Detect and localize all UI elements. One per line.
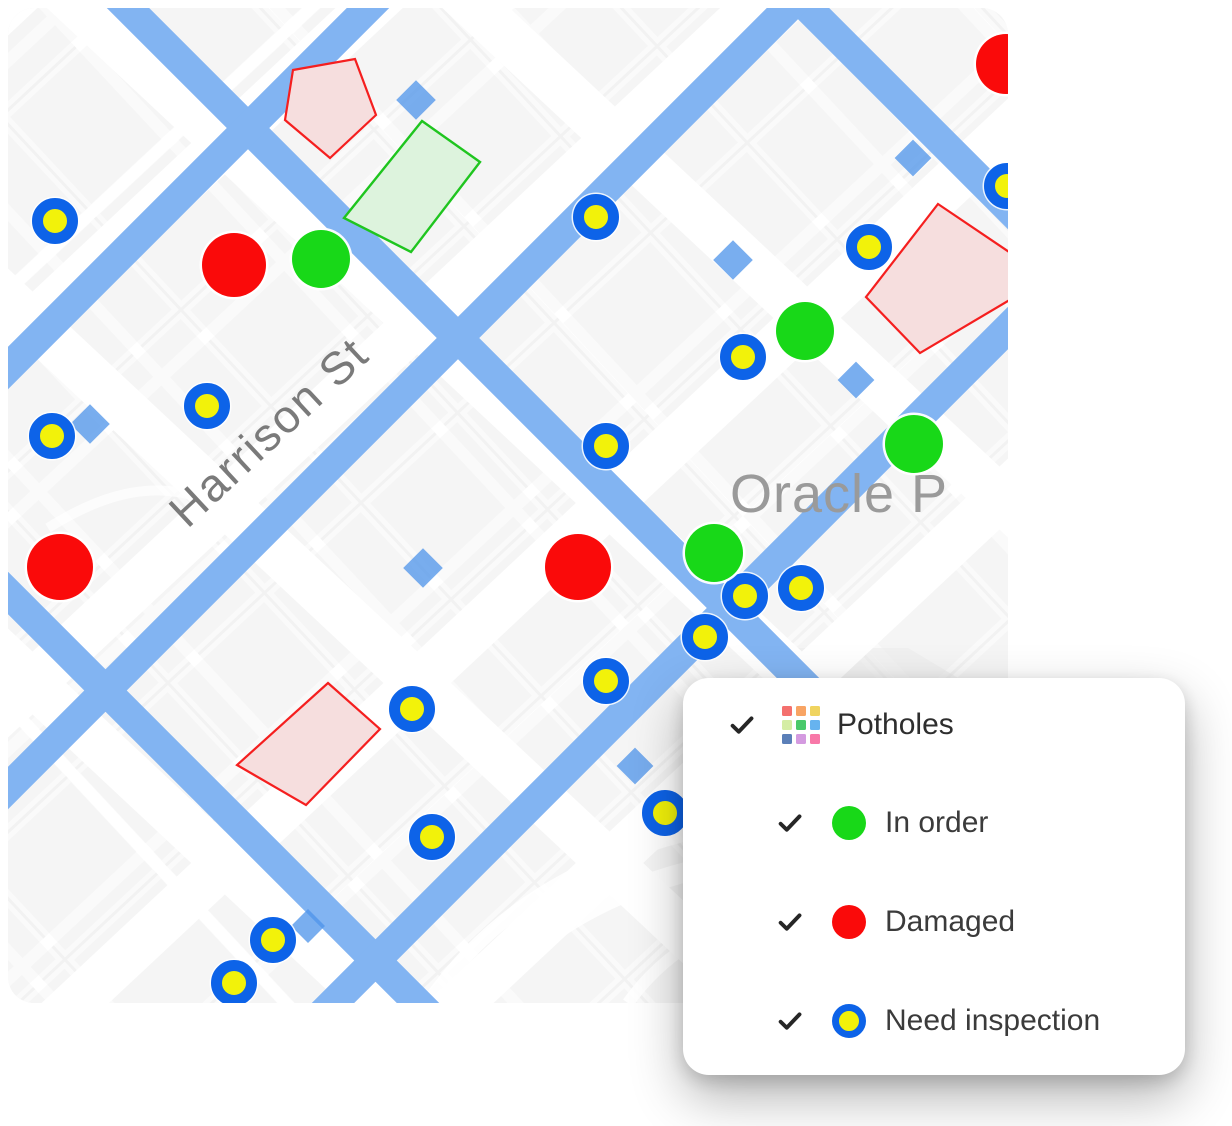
check-icon[interactable] [727,710,757,740]
map-marker-need-inspection[interactable] [389,686,435,732]
legend-group-potholes[interactable]: Potholes [727,698,954,752]
legend-swatch-wrap [829,905,869,939]
in-order-dot-icon [832,806,866,840]
palette-cell-7 [796,734,806,744]
damaged-dot-icon [832,905,866,939]
map-marker-damaged[interactable] [27,534,93,600]
legend-swatch-wrap [829,806,869,840]
legend-group-label: Potholes [837,708,954,741]
check-icon[interactable] [775,1006,805,1036]
map-marker-in-order[interactable] [292,230,350,288]
map-marker-need-inspection[interactable] [184,383,230,429]
palette-cell-1 [796,706,806,716]
map-marker-need-inspection[interactable] [409,814,455,860]
map-marker-need-inspection[interactable] [682,614,728,660]
legend-item-in-order[interactable]: In order [775,796,988,850]
need-inspection-dot-icon [832,1004,866,1038]
color-palette-grid-icon [782,706,820,744]
palette-cell-2 [810,706,820,716]
legend-item-need-inspection[interactable]: Need inspection [775,994,1100,1048]
map-marker-in-order[interactable] [885,415,943,473]
map-marker-need-inspection[interactable] [720,334,766,380]
palette-cell-4 [796,720,806,730]
map-marker-need-inspection[interactable] [573,194,619,240]
map-marker-need-inspection[interactable] [846,224,892,270]
palette-cell-3 [782,720,792,730]
map-marker-need-inspection[interactable] [29,413,75,459]
map-marker-need-inspection[interactable] [583,423,629,469]
map-marker-need-inspection[interactable] [250,917,296,963]
legend-item-label: In order [885,806,989,839]
legend-swatch-wrap [829,1004,869,1038]
legend-item-label: Need inspection [885,1004,1101,1037]
map-marker-need-inspection[interactable] [722,573,768,619]
map-marker-in-order[interactable] [685,524,743,582]
palette-cell-5 [810,720,820,730]
map-marker-in-order[interactable] [776,302,834,360]
palette-cell-8 [810,734,820,744]
map-marker-need-inspection[interactable] [211,960,257,1003]
map-marker-need-inspection[interactable] [583,658,629,704]
legend-item-damaged[interactable]: Damaged [775,895,1015,949]
map-marker-need-inspection[interactable] [778,565,824,611]
map-marker-need-inspection[interactable] [32,198,78,244]
check-icon[interactable] [775,808,805,838]
map-marker-damaged[interactable] [202,233,266,297]
map-legend-card[interactable]: Potholes In order Damaged Need inspectio… [683,678,1185,1075]
palette-cell-0 [782,706,792,716]
legend-item-label: Damaged [885,905,1016,938]
legend-swatch-wrap [781,706,821,744]
check-icon[interactable] [775,907,805,937]
palette-cell-6 [782,734,792,744]
map-marker-need-inspection[interactable] [642,790,688,836]
map-marker-damaged[interactable] [545,534,611,600]
